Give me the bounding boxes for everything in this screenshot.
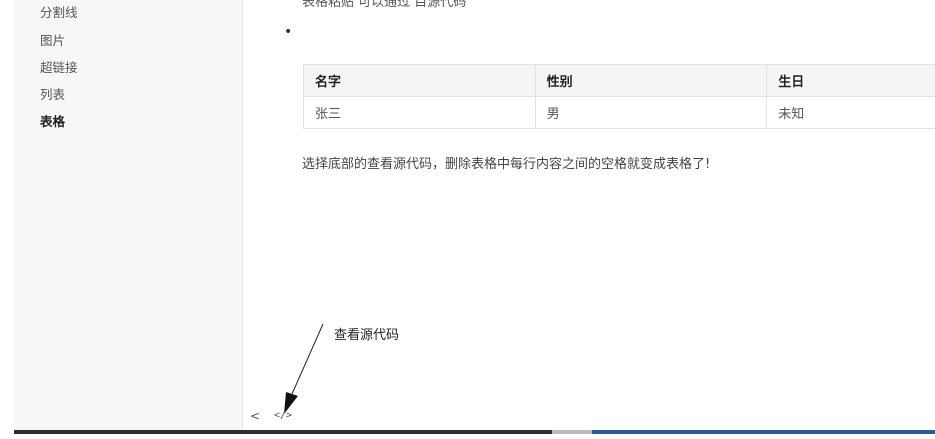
bottom-bar-gray — [552, 430, 592, 434]
bottom-bar-dark — [14, 430, 552, 434]
bottom-bar-blue — [592, 430, 935, 434]
sidebar-item-list[interactable]: 列表 — [40, 87, 65, 103]
table-header-gender: 性别 — [534, 64, 768, 97]
sidebar-item-table[interactable]: 表格 — [40, 114, 65, 130]
table-header-row: 名字 性别 生日 — [303, 64, 935, 97]
table-cell: 未知 — [766, 96, 935, 129]
sidebar-item-image[interactable]: 图片 — [40, 33, 65, 49]
bullet-point: • — [284, 24, 293, 40]
view-source-annotation-label: 查看源代码 — [334, 328, 400, 343]
table-row: 张三 男 未知 — [303, 96, 935, 129]
sidebar-item-divider[interactable]: 分割线 — [40, 5, 78, 21]
table-cell: 张三 — [303, 96, 536, 129]
previous-button[interactable]: < — [250, 409, 260, 423]
cut-off-text: 表格粘贴 可以通过 目源代码 — [302, 0, 467, 10]
table-header-birthday: 生日 — [766, 64, 935, 97]
view-source-button[interactable]: </> — [274, 410, 292, 421]
table-header-name: 名字 — [303, 64, 536, 97]
sidebar: 分割线 图片 超链接 列表 表格 — [14, 0, 242, 430]
table-cell: 男 — [534, 96, 768, 129]
data-table: 名字 性别 生日 张三 男 未知 — [303, 64, 935, 129]
sidebar-item-hyperlink[interactable]: 超链接 — [40, 60, 78, 76]
divider-line — [242, 0, 243, 430]
annotation-arrow-icon — [284, 323, 324, 414]
instruction-paragraph: 选择底部的查看源代码，删除表格中每行内容之间的空格就变成表格了! — [302, 157, 711, 172]
